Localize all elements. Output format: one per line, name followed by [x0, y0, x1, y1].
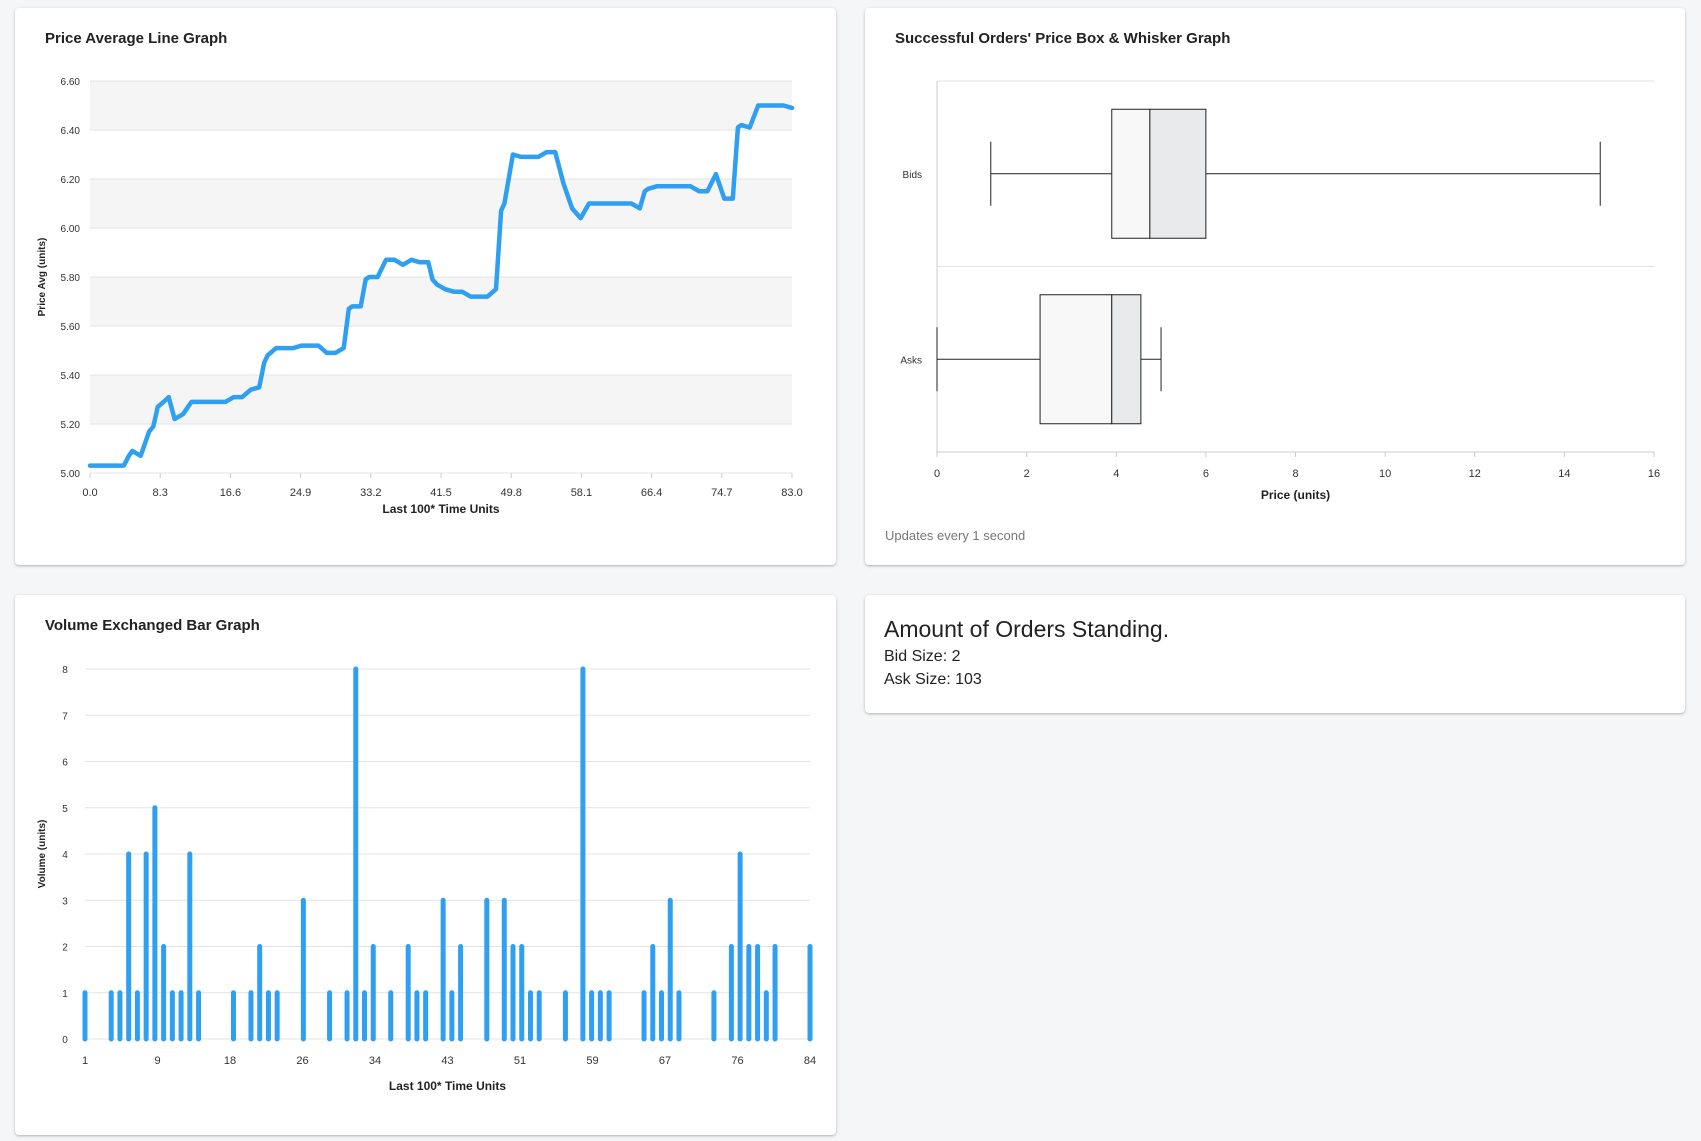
x-axis-label: Last 100* Time Units: [382, 502, 499, 516]
x-tick-label: 74.7: [711, 487, 732, 499]
y-tick-label: 5.20: [61, 420, 81, 431]
y-tick-label: 5.60: [61, 322, 81, 333]
y-tick-label: 6.20: [61, 175, 81, 186]
y-tick-label: 7: [62, 711, 68, 722]
x-tick-label: 6: [1203, 468, 1209, 480]
grid-band: [90, 81, 792, 130]
y-tick-label: 5: [62, 804, 68, 815]
x-tick-label: 84: [804, 1055, 816, 1067]
x-tick-label: 34: [369, 1055, 381, 1067]
x-tick-label: 18: [224, 1055, 236, 1067]
x-tick-label: 67: [659, 1055, 671, 1067]
x-tick-label: 10: [1379, 468, 1391, 480]
y-tick-label: 2: [62, 943, 68, 954]
x-tick-label: 41.5: [430, 487, 451, 499]
x-tick-label: 4: [1113, 468, 1119, 480]
upper-box: [1111, 294, 1142, 425]
x-axis-label: Last 100* Time Units: [389, 1079, 506, 1093]
y-tick-label: 0: [62, 1035, 68, 1046]
price-average-line-chart: 5.00 5.20 5.40 5.60 5.80 6.00 6.20 6.40 6.60 0.0 8…: [37, 77, 803, 516]
x-tick-label: 33.2: [360, 487, 381, 499]
y-tick-label: 3: [62, 896, 68, 907]
x-tick-label: 58.1: [571, 487, 592, 499]
x-tick-label: 1: [82, 1055, 88, 1067]
upper-box: [1149, 108, 1207, 239]
y-tick-label: 1: [62, 989, 68, 1000]
x-tick-label: 0.0: [82, 487, 97, 499]
x-axis-label: Price (units): [1261, 488, 1330, 502]
grid-band: [90, 375, 792, 424]
y-tick-label: 6: [62, 758, 68, 769]
x-tick-label: 16.6: [220, 487, 241, 499]
x-tick-label: 8: [1292, 468, 1298, 480]
y-tick-label: 6.40: [61, 126, 81, 137]
update-frequency-note: Updates every 1 second: [885, 528, 1026, 543]
y-axis-label: Volume (units): [37, 820, 48, 889]
volume-card: Volume Exchanged Bar Graph 0 1 2 3 4 5 6 7 8 1 9 18…: [15, 595, 836, 1135]
lower-box: [1039, 294, 1113, 425]
x-tick-label: 49.8: [500, 487, 521, 499]
x-tick-label: 76: [731, 1055, 743, 1067]
lower-box: [1111, 108, 1151, 239]
x-tick-label: 24.9: [290, 487, 311, 499]
x-tick-label: 16: [1648, 468, 1660, 480]
category-label: Asks: [900, 355, 922, 366]
y-tick-label: 6.60: [61, 77, 81, 88]
bid-size-label: Bid Size: 2: [884, 648, 961, 665]
ask-size-label: Ask Size: 103: [884, 671, 982, 688]
orders-standing-heading: Amount of Orders Standing.: [884, 616, 1170, 642]
x-tick-label: 8.3: [153, 487, 168, 499]
x-tick-label: 26: [296, 1055, 308, 1067]
box-whisker-chart: 0 2 4 6 8 10 12 14 16 Price (units) Bids Asks: [900, 80, 1660, 502]
x-tick-label: 0: [934, 468, 940, 480]
x-tick-label: 43: [441, 1055, 453, 1067]
x-tick-label: 51: [514, 1055, 526, 1067]
price-average-card: Price Average Line Graph 5.00 5.20 5.40 5.6…: [15, 8, 836, 565]
x-tick-label: 83.0: [781, 487, 802, 499]
x-tick-label: 66.4: [641, 487, 662, 499]
x-tick-label: 9: [154, 1055, 160, 1067]
box-whisker-card: Successful Orders' Price Box & Whisker G…: [865, 8, 1685, 565]
y-axis-label: Price Avg (units): [37, 238, 48, 317]
orders-standing-card: Amount of Orders Standing. Bid Size: 2 A…: [865, 595, 1685, 713]
y-tick-label: 6.00: [61, 224, 81, 235]
x-tick-label: 12: [1469, 468, 1481, 480]
x-tick-label: 59: [586, 1055, 598, 1067]
y-tick-label: 5.00: [61, 469, 81, 480]
y-tick-label: 5.40: [61, 371, 81, 382]
y-tick-label: 4: [62, 850, 68, 861]
y-tick-label: 5.80: [61, 273, 81, 284]
x-tick-label: 2: [1024, 468, 1030, 480]
category-label: Bids: [903, 170, 922, 181]
x-tick-label: 14: [1558, 468, 1570, 480]
volume-bar-chart: 0123456781 9 18 26 34 43 51 59 67 76 84Last 100* T…: [37, 665, 816, 1093]
y-tick-label: 8: [62, 665, 68, 676]
